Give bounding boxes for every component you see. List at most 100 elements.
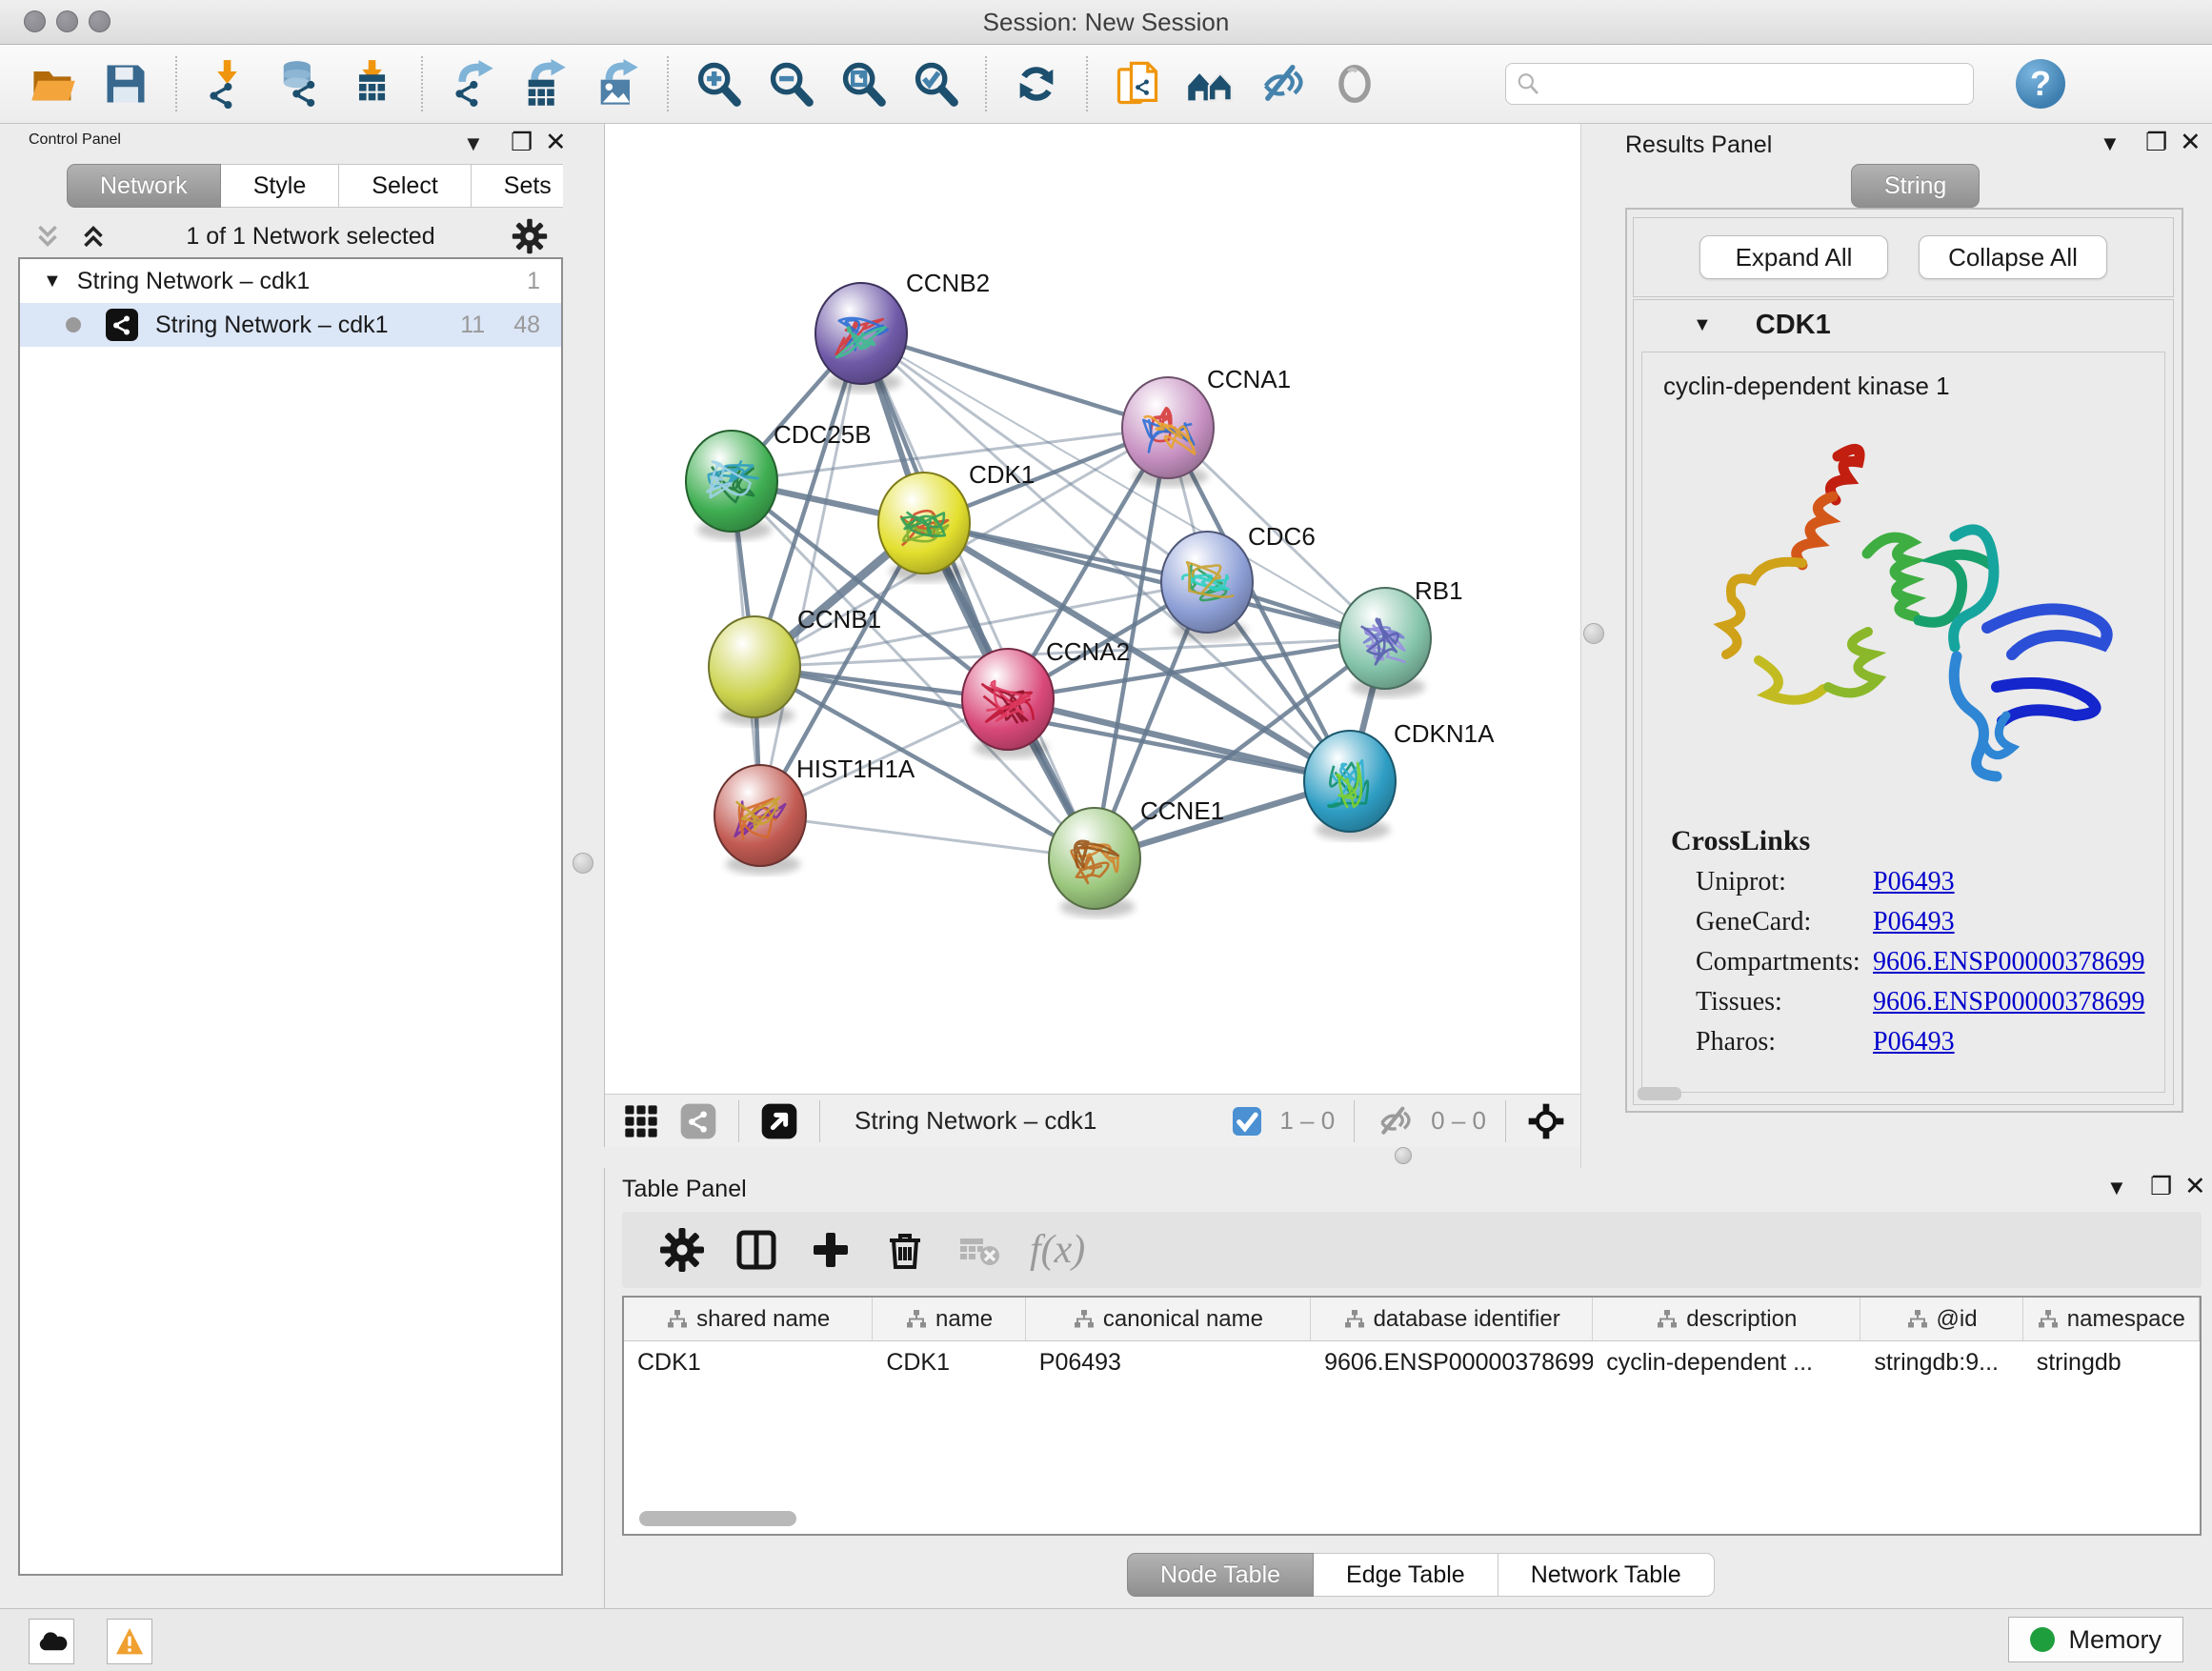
delete-table-icon[interactable] [953, 1223, 1006, 1277]
column-header-canonical-name[interactable]: canonical name [1026, 1298, 1311, 1340]
collapse-all-icon[interactable] [31, 220, 64, 252]
column-header-namespace[interactable]: namespace [2023, 1298, 2200, 1340]
toggle-view-icon[interactable] [1328, 57, 1381, 111]
export-network-icon[interactable] [446, 57, 499, 111]
table-cell[interactable]: cyclin-dependent ... [1593, 1341, 1860, 1383]
network-edge[interactable] [760, 815, 1095, 858]
table-cell[interactable]: 9606.ENSP00000378699 [1311, 1341, 1593, 1383]
home-pages-icon[interactable] [1183, 57, 1237, 111]
network-node-CCNB2[interactable] [815, 283, 907, 384]
bottom-splitter[interactable] [604, 1147, 1580, 1168]
table-hscrollbar[interactable] [639, 1511, 796, 1526]
show-columns-icon[interactable] [730, 1223, 783, 1277]
network-node-CCNE1[interactable] [1049, 808, 1140, 909]
tab-edge-table[interactable]: Edge Table [1314, 1553, 1498, 1597]
add-column-icon[interactable] [804, 1223, 857, 1277]
gene-section-header[interactable]: ▼ CDK1 [1634, 300, 2173, 350]
table-row[interactable]: CDK1CDK1P064939606.ENSP00000378699cyclin… [624, 1341, 2200, 1383]
import-network-icon[interactable] [200, 57, 253, 111]
results-hscrollbar[interactable] [1638, 1087, 1681, 1100]
tab-network-table[interactable]: Network Table [1498, 1553, 1715, 1597]
gene-expander-icon[interactable]: ▼ [1693, 314, 1712, 336]
zoom-in-icon[interactable] [692, 57, 745, 111]
tab-string[interactable]: String [1851, 164, 1980, 208]
results-panel-maximize-icon[interactable]: ❐ [2145, 128, 2167, 157]
cloud-status-button[interactable] [29, 1619, 74, 1664]
crosshair-icon[interactable] [1525, 1100, 1567, 1142]
import-table-icon[interactable] [345, 57, 398, 111]
export-image-icon[interactable] [591, 57, 644, 111]
expand-all-icon[interactable] [77, 220, 110, 252]
network-graph[interactable]: CCNB2CCNA1CDC25BCDK1CDC6RB1CCNB1CCNA2CDK… [605, 124, 1581, 1094]
search-field[interactable] [1505, 63, 1974, 105]
collapse-all-button[interactable]: Collapse All [1919, 235, 2107, 279]
network-node-CDC6[interactable] [1161, 532, 1253, 633]
zoom-fit-icon[interactable] [836, 57, 890, 111]
results-panel-close-icon[interactable]: ✕ [2180, 128, 2202, 157]
open-session-icon[interactable] [27, 57, 80, 111]
table-panel-maximize-icon[interactable]: ❐ [2150, 1172, 2172, 1201]
hide-unhide-icon[interactable] [1256, 57, 1309, 111]
birds-eye-view-icon[interactable] [758, 1100, 800, 1142]
collection-expander-icon[interactable]: ▼ [43, 271, 62, 292]
network-options-gear-icon[interactable] [512, 218, 548, 254]
table-cell[interactable]: CDK1 [873, 1341, 1025, 1383]
left-splitter[interactable] [563, 124, 604, 1608]
network-row[interactable]: String Network – cdk1 11 48 [20, 303, 561, 347]
warnings-button[interactable] [107, 1619, 152, 1664]
tab-network[interactable]: Network [67, 164, 221, 208]
tab-select[interactable]: Select [339, 164, 471, 208]
control-panel-float-icon[interactable]: ▼ [463, 131, 484, 156]
table-settings-gear-icon[interactable] [655, 1223, 709, 1277]
expand-all-button[interactable]: Expand All [1699, 235, 1888, 279]
crosslink-link[interactable]: P06493 [1873, 1027, 1955, 1057]
crosslink-link[interactable]: 9606.ENSP00000378699 [1873, 987, 2144, 1017]
table-cell[interactable]: P06493 [1026, 1341, 1311, 1383]
import-network-from-database-icon[interactable] [272, 57, 326, 111]
table-cell[interactable]: stringdb:9... [1860, 1341, 2022, 1383]
search-input[interactable] [1548, 70, 1963, 98]
network-share-icon[interactable] [677, 1100, 719, 1142]
right-splitter-handle[interactable] [1583, 623, 1604, 644]
crosslink-link[interactable]: P06493 [1873, 907, 1955, 937]
network-canvas[interactable]: CCNB2CCNA1CDC25BCDK1CDC6RB1CCNB1CCNA2CDK… [604, 124, 1580, 1094]
tab-node-table[interactable]: Node Table [1127, 1553, 1314, 1597]
crosslink-label: GeneCard: [1696, 907, 1873, 937]
function-builder-icon[interactable]: f(x) [1030, 1227, 1085, 1273]
delete-column-icon[interactable] [878, 1223, 932, 1277]
selected-checkbox-icon[interactable] [1230, 1100, 1264, 1142]
bottom-splitter-handle[interactable] [1395, 1147, 1412, 1164]
zoom-out-icon[interactable] [764, 57, 817, 111]
table-cell[interactable]: stringdb [2023, 1341, 2200, 1383]
table-cell[interactable]: CDK1 [624, 1341, 873, 1383]
tab-style[interactable]: Style [221, 164, 340, 208]
network-node-CCNB1[interactable] [709, 616, 800, 717]
node-table[interactable]: shared namenamecanonical namedatabase id… [622, 1296, 2202, 1536]
results-panel-float-icon[interactable]: ▼ [2100, 131, 2121, 156]
right-splitter[interactable] [1580, 124, 1604, 1168]
zoom-selected-icon[interactable] [909, 57, 962, 111]
column-header-@id[interactable]: @id [1860, 1298, 2022, 1340]
refresh-icon[interactable] [1010, 57, 1063, 111]
export-table-icon[interactable] [518, 57, 572, 111]
network-edge[interactable] [861, 333, 1168, 428]
column-header-database-identifier[interactable]: database identifier [1311, 1298, 1593, 1340]
crosslink-link[interactable]: P06493 [1873, 867, 1955, 897]
table-panel-close-icon[interactable]: ✕ [2184, 1172, 2206, 1201]
hidden-eye-icon[interactable] [1374, 1100, 1416, 1142]
table-panel-float-icon[interactable]: ▼ [2106, 1176, 2127, 1200]
column-header-shared-name[interactable]: shared name [624, 1298, 873, 1340]
crosslink-link[interactable]: 9606.ENSP00000378699 [1873, 947, 2144, 977]
help-button[interactable]: ? [2016, 59, 2065, 109]
network-node-HIST1H1A[interactable] [714, 765, 806, 866]
network-collection-row[interactable]: ▼ String Network – cdk1 1 [20, 259, 561, 303]
memory-button[interactable]: Memory [2008, 1617, 2183, 1662]
share-document-icon[interactable] [1111, 57, 1164, 111]
grid-view-icon[interactable] [620, 1100, 662, 1142]
network-edge[interactable] [760, 333, 861, 815]
left-splitter-handle[interactable] [573, 853, 593, 874]
column-header-description[interactable]: description [1593, 1298, 1860, 1340]
column-header-name[interactable]: name [873, 1298, 1025, 1340]
save-session-icon[interactable] [99, 57, 152, 111]
control-panel-maximize-icon[interactable]: ❐ [511, 128, 533, 157]
